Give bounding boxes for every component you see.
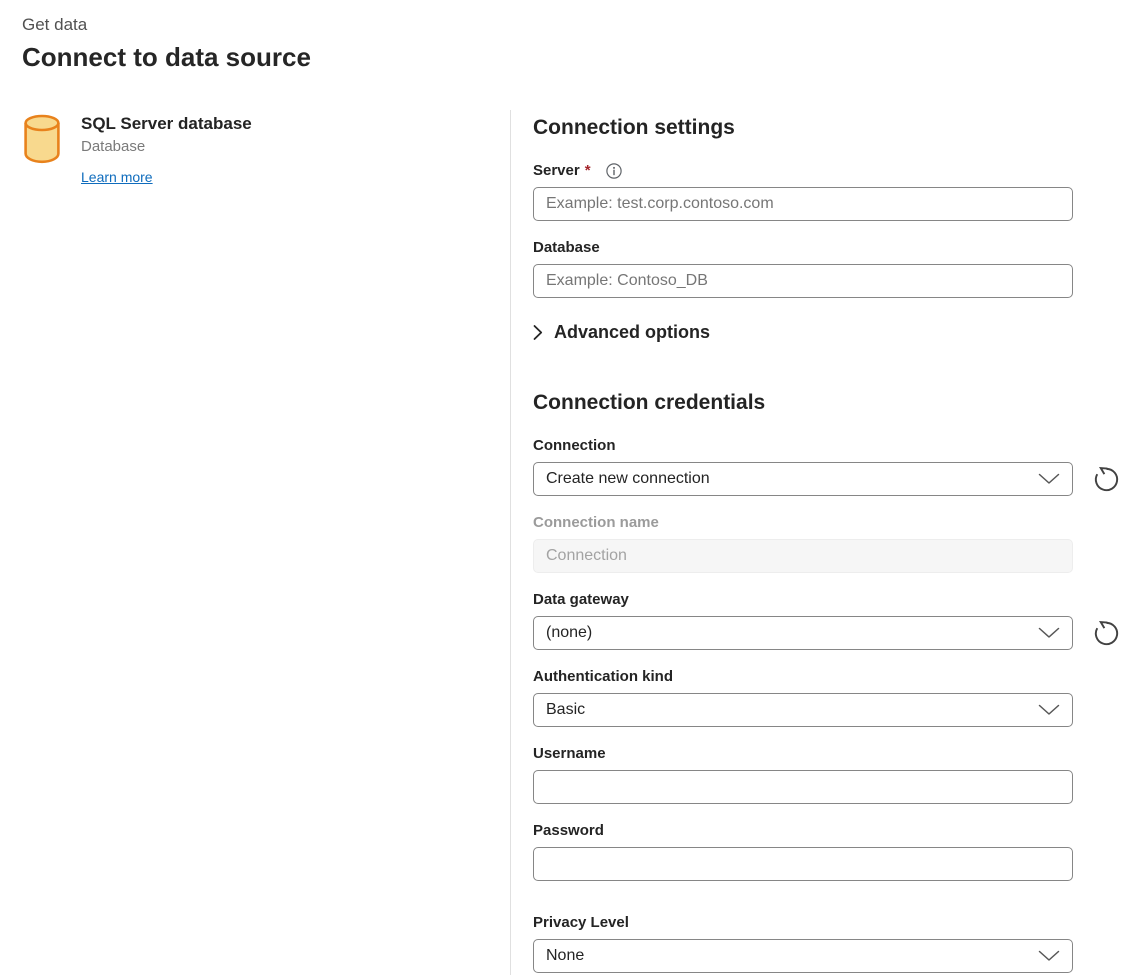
page-title: Connect to data source bbox=[22, 40, 1138, 74]
server-field: Server * bbox=[533, 161, 1122, 221]
chevron-down-icon bbox=[1038, 704, 1060, 716]
connection-name-field: Connection name Connection bbox=[533, 513, 1122, 573]
refresh-icon[interactable] bbox=[1091, 464, 1122, 495]
connection-name-placeholder: Connection bbox=[546, 547, 627, 565]
privacy-level-label: Privacy Level bbox=[533, 913, 1122, 933]
content-columns: SQL Server database Database Learn more … bbox=[0, 110, 1138, 975]
database-input[interactable] bbox=[533, 264, 1073, 298]
connection-dropdown[interactable]: Create new connection bbox=[533, 462, 1073, 496]
source-card: SQL Server database Database Learn more bbox=[22, 113, 490, 187]
privacy-level-dropdown-value: None bbox=[546, 947, 584, 965]
connection-credentials-heading: Connection credentials bbox=[533, 389, 1122, 416]
data-gateway-dropdown[interactable]: (none) bbox=[533, 616, 1073, 650]
advanced-options-label: Advanced options bbox=[554, 320, 710, 344]
password-label: Password bbox=[533, 821, 1122, 841]
connection-form-pane: Connection settings Server * bbox=[510, 110, 1138, 975]
source-name: SQL Server database bbox=[81, 113, 252, 135]
info-icon[interactable] bbox=[605, 162, 623, 180]
authentication-kind-label: Authentication kind bbox=[533, 667, 1122, 687]
connection-name-label: Connection name bbox=[533, 513, 1122, 533]
database-label: Database bbox=[533, 238, 1122, 258]
learn-more-link[interactable]: Learn more bbox=[81, 169, 153, 185]
server-label: Server * bbox=[533, 161, 1122, 181]
connection-field: Connection Create new connection bbox=[533, 436, 1122, 496]
advanced-options-toggle[interactable]: Advanced options bbox=[533, 320, 1122, 344]
source-info: SQL Server database Database Learn more bbox=[81, 113, 252, 187]
refresh-icon[interactable] bbox=[1091, 618, 1122, 649]
connection-settings-heading: Connection settings bbox=[533, 110, 1122, 141]
authentication-kind-field: Authentication kind Basic bbox=[533, 667, 1122, 727]
privacy-level-field: Privacy Level None bbox=[533, 913, 1122, 973]
authentication-kind-dropdown[interactable]: Basic bbox=[533, 693, 1073, 727]
connect-to-data-source-page: Get data Connect to data source SQL Serv… bbox=[0, 0, 1138, 975]
breadcrumb: Get data bbox=[22, 14, 1138, 36]
server-label-text: Server bbox=[533, 161, 580, 181]
privacy-level-dropdown[interactable]: None bbox=[533, 939, 1073, 973]
data-gateway-field: Data gateway (none) bbox=[533, 590, 1122, 650]
chevron-right-icon bbox=[533, 324, 543, 341]
server-input[interactable] bbox=[533, 187, 1073, 221]
connection-label: Connection bbox=[533, 436, 1122, 456]
username-field: Username bbox=[533, 744, 1122, 804]
data-gateway-dropdown-value: (none) bbox=[546, 624, 592, 642]
chevron-down-icon bbox=[1038, 627, 1060, 639]
source-pane: SQL Server database Database Learn more bbox=[0, 110, 510, 975]
database-icon bbox=[22, 114, 62, 164]
data-gateway-label: Data gateway bbox=[533, 590, 1122, 610]
page-header: Get data Connect to data source bbox=[0, 0, 1138, 74]
source-type: Database bbox=[81, 137, 252, 157]
database-field: Database bbox=[533, 238, 1122, 298]
connection-dropdown-value: Create new connection bbox=[546, 470, 710, 488]
connection-name-input: Connection bbox=[533, 539, 1073, 573]
password-field: Password bbox=[533, 821, 1122, 881]
username-label: Username bbox=[533, 744, 1122, 764]
chevron-down-icon bbox=[1038, 473, 1060, 485]
username-input[interactable] bbox=[533, 770, 1073, 804]
required-asterisk: * bbox=[585, 161, 591, 181]
authentication-kind-dropdown-value: Basic bbox=[546, 701, 585, 719]
password-input[interactable] bbox=[533, 847, 1073, 881]
chevron-down-icon bbox=[1038, 950, 1060, 962]
